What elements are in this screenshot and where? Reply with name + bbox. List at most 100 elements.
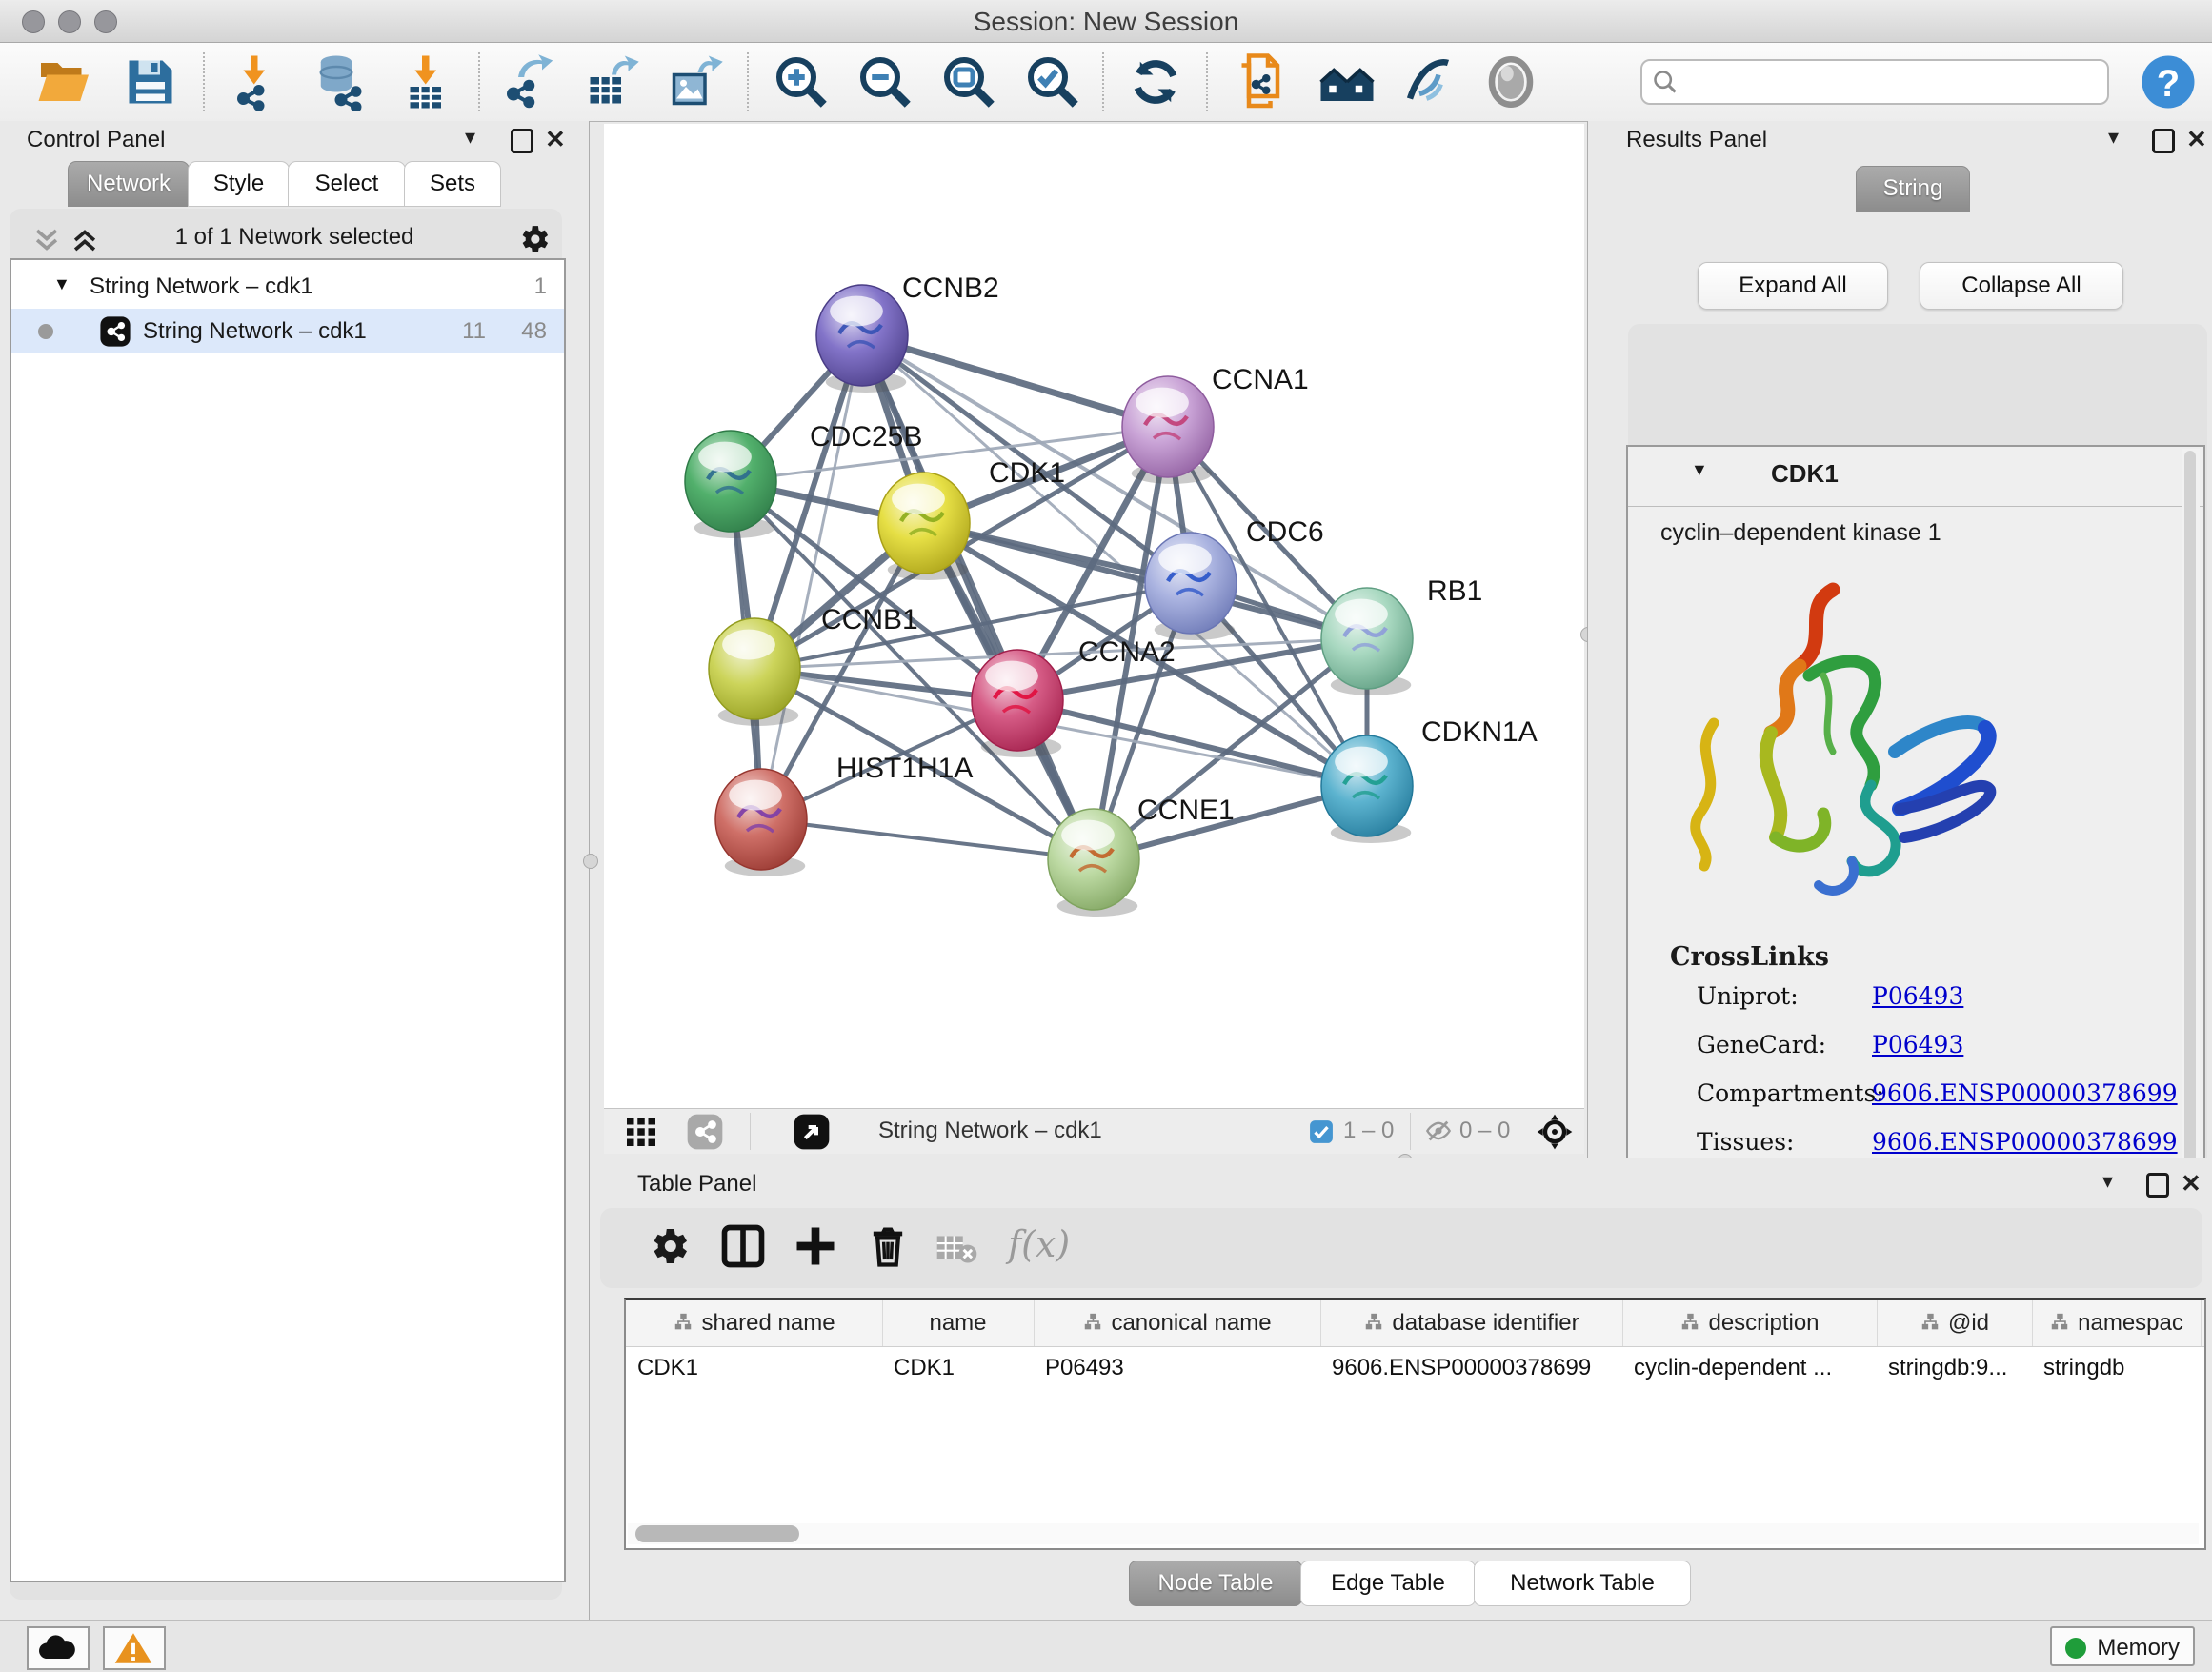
- zoom-fit-icon[interactable]: [940, 53, 997, 111]
- tab-network-table[interactable]: Network Table: [1474, 1561, 1691, 1606]
- sphere-effect-icon[interactable]: [1482, 53, 1539, 111]
- node-gloss: [892, 484, 945, 514]
- network-node[interactable]: [972, 650, 1063, 757]
- tab-select[interactable]: Select: [288, 161, 406, 207]
- network-node[interactable]: [685, 431, 776, 538]
- tab-sets[interactable]: Sets: [404, 161, 501, 207]
- cloud-status-button[interactable]: [27, 1626, 90, 1670]
- table-cell[interactable]: CDK1: [882, 1346, 1034, 1390]
- network-node[interactable]: [1321, 588, 1413, 695]
- network-node[interactable]: [715, 769, 807, 876]
- export-network-icon[interactable]: [499, 53, 556, 111]
- crosslink-link[interactable]: P06493: [1872, 1031, 1963, 1058]
- node-attribute-table[interactable]: shared namenamecanonical namedatabase id…: [624, 1298, 2206, 1550]
- table-cell[interactable]: CDK1: [626, 1346, 882, 1390]
- delete-table-icon[interactable]: [935, 1231, 989, 1284]
- help-icon[interactable]: ?: [2140, 53, 2197, 111]
- network-node[interactable]: [1122, 376, 1214, 484]
- open-session-icon[interactable]: [36, 53, 93, 111]
- export-image-icon[interactable]: [667, 53, 724, 111]
- table-scrollbar-thumb[interactable]: [635, 1525, 799, 1542]
- panel-float-icon[interactable]: [2152, 129, 2175, 153]
- table-column-header[interactable]: name: [882, 1300, 1035, 1346]
- table-column-header[interactable]: database identifier: [1320, 1300, 1623, 1346]
- collection-expand-icon[interactable]: ▼: [53, 262, 70, 307]
- table-cell[interactable]: stringdb: [2032, 1346, 2201, 1390]
- save-session-icon[interactable]: [122, 53, 179, 111]
- table-column-header[interactable]: shared name: [626, 1300, 883, 1346]
- network-edge[interactable]: [761, 819, 1094, 859]
- table-horizontal-scrollbar[interactable]: [628, 1523, 2199, 1544]
- import-database-icon[interactable]: [312, 53, 370, 111]
- table-column-header[interactable]: @id: [1877, 1300, 2033, 1346]
- results-scrollbar[interactable]: [2182, 449, 2200, 1215]
- show-columns-icon[interactable]: [718, 1221, 772, 1275]
- network-edge[interactable]: [862, 335, 1168, 427]
- delete-column-icon[interactable]: [863, 1221, 916, 1275]
- panel-menu-icon[interactable]: ▾: [2108, 125, 2119, 150]
- panel-float-icon[interactable]: [511, 129, 533, 153]
- panel-float-icon[interactable]: [2146, 1173, 2169, 1198]
- create-column-icon[interactable]: [791, 1221, 844, 1275]
- zoom-in-icon[interactable]: [773, 53, 830, 111]
- tab-string[interactable]: String: [1856, 166, 1970, 212]
- tab-style[interactable]: Style: [188, 161, 290, 207]
- network-node[interactable]: [709, 618, 800, 726]
- crosslink-link[interactable]: 9606.ENSP00000378699: [1872, 1079, 2178, 1107]
- table-cell[interactable]: P06493: [1034, 1346, 1320, 1390]
- table-options-gear-icon[interactable]: [646, 1221, 699, 1275]
- network-icon-toggle[interactable]: [686, 1113, 724, 1158]
- table-cell[interactable]: stringdb:9...: [1877, 1346, 2032, 1390]
- crosslink-link[interactable]: 9606.ENSP00000378699: [1872, 1128, 2178, 1156]
- network-edge[interactable]: [761, 335, 862, 819]
- network-node[interactable]: [1048, 809, 1139, 917]
- collapse-all-button[interactable]: Collapse All: [1920, 262, 2123, 310]
- expand-all-button[interactable]: Expand All: [1698, 262, 1888, 310]
- panel-close-icon[interactable]: ✕: [2181, 1169, 2202, 1199]
- refresh-icon[interactable]: [1127, 53, 1184, 111]
- panel-close-icon[interactable]: ✕: [2186, 125, 2207, 154]
- tab-node-table[interactable]: Node Table: [1129, 1561, 1302, 1606]
- network-node[interactable]: [1145, 533, 1237, 640]
- node-card-header[interactable]: ▼ CDK1: [1628, 447, 2203, 507]
- birdseye-view-icon[interactable]: [793, 1113, 831, 1158]
- table-column-header[interactable]: namespac: [2032, 1300, 2202, 1346]
- tab-network[interactable]: Network: [68, 161, 190, 207]
- network-node[interactable]: [878, 473, 970, 580]
- network-options-gear-icon[interactable]: [516, 220, 554, 263]
- zoom-selected-icon[interactable]: [1024, 53, 1081, 111]
- vertical-splitter-grip[interactable]: [583, 854, 598, 869]
- hide-glass-effect-icon[interactable]: [1400, 53, 1458, 111]
- zoom-out-icon[interactable]: [856, 53, 914, 111]
- network-edge[interactable]: [1017, 700, 1367, 786]
- network-node[interactable]: [1321, 735, 1413, 843]
- table-cell[interactable]: 9606.ENSP00000378699: [1320, 1346, 1622, 1390]
- grid-view-icon[interactable]: [624, 1115, 658, 1156]
- table-cell[interactable]: cyclin-dependent ...: [1622, 1346, 1877, 1390]
- collapse-section-icon[interactable]: ▼: [1691, 460, 1708, 480]
- panel-close-icon[interactable]: ✕: [545, 125, 566, 154]
- warning-status-button[interactable]: [103, 1626, 166, 1670]
- copy-annotations-icon[interactable]: [1235, 53, 1292, 111]
- results-scrollbar-thumb[interactable]: [2184, 451, 2196, 1194]
- network-node[interactable]: [816, 285, 908, 393]
- fit-content-crosshair-icon[interactable]: [1536, 1113, 1574, 1158]
- import-network-icon[interactable]: [227, 53, 284, 111]
- table-column-header[interactable]: description: [1622, 1300, 1878, 1346]
- search-input[interactable]: [1686, 63, 2100, 97]
- crosslink-link[interactable]: P06493: [1872, 982, 1963, 1010]
- network-collection-row[interactable]: ▼ String Network – cdk1 1: [11, 264, 564, 309]
- panel-menu-icon[interactable]: ▾: [465, 125, 475, 150]
- houses-icon[interactable]: [1318, 53, 1376, 111]
- panel-menu-icon[interactable]: ▾: [2102, 1169, 2113, 1194]
- network-canvas[interactable]: CCNB2CCNA1CDC25BCDK1CDC6RB1CCNB1CCNA2CDK…: [604, 124, 1584, 1108]
- tab-edge-table[interactable]: Edge Table: [1300, 1561, 1476, 1606]
- function-builder-icon[interactable]: f(x): [1008, 1223, 1061, 1277]
- selected-checkbox-icon[interactable]: [1309, 1119, 1334, 1151]
- network-graph[interactable]: CCNB2CCNA1CDC25BCDK1CDC6RB1CCNB1CCNA2CDK…: [604, 124, 1584, 1108]
- import-table-icon[interactable]: [398, 53, 455, 111]
- network-row[interactable]: String Network – cdk1 11 48: [11, 309, 564, 353]
- table-column-header[interactable]: canonical name: [1034, 1300, 1321, 1346]
- memory-button[interactable]: Memory: [2050, 1626, 2195, 1666]
- export-table-icon[interactable]: [583, 53, 640, 111]
